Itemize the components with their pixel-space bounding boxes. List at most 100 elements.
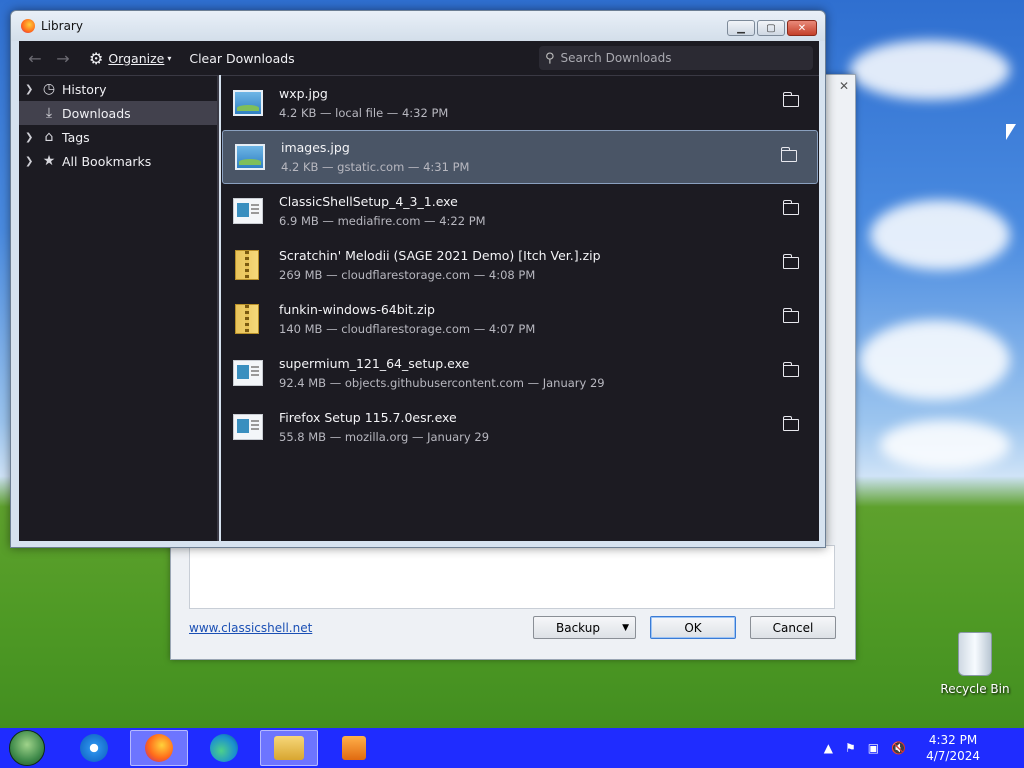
toolbar: ← → ⚙ Organize ▾ Clear Downloads ⚲ [19, 41, 819, 75]
sidebar: ❯ ◷ History ⤓ Downloads ❯ ⌂ Tags ❯ ★ All… [19, 75, 219, 541]
taskbar-internet-explorer[interactable] [65, 730, 123, 766]
file-name: ClassicShellSetup_4_3_1.exe [279, 194, 458, 209]
download-item[interactable]: supermium_121_64_setup.exe 92.4 MB — obje… [221, 346, 819, 400]
zip-file-icon [235, 250, 259, 280]
clock-icon: ◷ [42, 81, 56, 97]
sidebar-item-downloads[interactable]: ⤓ Downloads [19, 101, 217, 125]
firefox-icon [21, 19, 35, 33]
forward-arrow-icon[interactable]: → [51, 49, 75, 68]
file-name: images.jpg [281, 140, 350, 155]
zip-file-icon [235, 304, 259, 334]
file-name: funkin-windows-64bit.zip [279, 302, 435, 317]
cancel-button[interactable]: Cancel [750, 616, 836, 639]
recycle-bin[interactable]: Recycle Bin [940, 632, 1010, 696]
folder-icon [274, 736, 304, 760]
cloud [850, 40, 1010, 100]
taskbar-media-player[interactable] [325, 730, 383, 766]
sidebar-item-tags[interactable]: ❯ ⌂ Tags [19, 125, 217, 149]
download-item[interactable]: wxp.jpg 4.2 KB — local file — 4:32 PM [221, 76, 819, 130]
sidebar-item-label: History [62, 81, 107, 97]
cloud [860, 320, 1010, 400]
close-button[interactable]: ✕ [787, 20, 817, 36]
taskbar-edge[interactable] [195, 730, 253, 766]
sidebar-item-label: All Bookmarks [62, 153, 152, 169]
cloud [880, 420, 1010, 470]
taskbar: ▲ ⚑ ▣ 🔇 4:32 PM 4/7/2024 [0, 728, 1024, 768]
recycle-bin-label: Recycle Bin [940, 682, 1010, 696]
file-meta: 4.2 KB — local file — 4:32 PM [279, 106, 449, 120]
internet-explorer-icon [80, 734, 108, 762]
edge-icon [210, 734, 238, 762]
chevron-right-icon[interactable]: ❯ [25, 132, 39, 143]
folder-icon[interactable] [780, 147, 797, 162]
classicshell-link[interactable]: www.classicshell.net [189, 621, 312, 635]
window-controls: ▁ ▢ ✕ [727, 20, 817, 36]
recycle-bin-icon [958, 632, 992, 676]
download-item[interactable]: images.jpg 4.2 KB — gstatic.com — 4:31 PM [222, 130, 818, 184]
network-icon[interactable]: ▣ [868, 741, 879, 755]
image-file-icon [233, 90, 263, 116]
firefox-icon [145, 734, 173, 762]
file-meta: 4.2 KB — gstatic.com — 4:31 PM [281, 160, 470, 174]
file-meta: 269 MB — cloudflarestorage.com — 4:08 PM [279, 268, 536, 282]
chevron-right-icon[interactable]: ❯ [25, 84, 39, 95]
backup-label: Backup [556, 620, 600, 635]
download-icon: ⤓ [45, 105, 53, 121]
download-item[interactable]: Scratchin' Melodii (SAGE 2021 Demo) [Itc… [221, 238, 819, 292]
sidebar-item-history[interactable]: ❯ ◷ History [19, 77, 217, 101]
volume-muted-icon[interactable]: 🔇 [891, 741, 906, 755]
mouse-cursor-icon [1006, 124, 1016, 140]
start-button[interactable] [9, 730, 45, 766]
download-item[interactable]: funkin-windows-64bit.zip 140 MB — cloudfl… [221, 292, 819, 346]
chevron-right-icon[interactable]: ❯ [25, 156, 39, 167]
file-name: Scratchin' Melodii (SAGE 2021 Demo) [Itc… [279, 248, 601, 263]
show-hidden-icons-icon[interactable]: ▲ [824, 741, 833, 755]
image-file-icon [235, 144, 265, 170]
flag-icon[interactable]: ⚑ [845, 741, 856, 755]
search-icon: ⚲ [545, 50, 555, 66]
file-meta: 92.4 MB — objects.githubusercontent.com … [279, 376, 605, 390]
folder-icon[interactable] [782, 200, 799, 215]
sidebar-item-label: Tags [62, 129, 90, 145]
clock-time: 4:32 PM [928, 733, 978, 747]
taskbar-firefox[interactable] [130, 730, 188, 766]
maximize-button[interactable]: ▢ [757, 20, 785, 36]
window-title: Library [41, 19, 83, 33]
back-arrow-icon[interactable]: ← [23, 49, 47, 68]
sidebar-item-label: Downloads [62, 105, 131, 121]
folder-icon[interactable] [782, 362, 799, 377]
media-player-icon [342, 736, 366, 760]
close-icon[interactable]: ✕ [837, 79, 851, 93]
chevron-down-icon: ▾ [167, 53, 172, 63]
exe-file-icon [233, 414, 263, 440]
cloud [870, 200, 1010, 270]
download-item[interactable]: ClassicShellSetup_4_3_1.exe 6.9 MB — medi… [221, 184, 819, 238]
backup-button[interactable]: Backup ▼ [533, 616, 636, 639]
organize-menu-button[interactable]: ⚙ Organize ▾ [89, 49, 171, 68]
system-tray: ▲ ⚑ ▣ 🔇 4:32 PM 4/7/2024 [824, 728, 1024, 768]
clock-date: 4/7/2024 [926, 749, 980, 763]
search-input[interactable] [560, 51, 801, 65]
folder-icon[interactable] [782, 416, 799, 431]
gear-icon: ⚙ [89, 48, 104, 68]
folder-icon[interactable] [782, 254, 799, 269]
folder-icon[interactable] [782, 92, 799, 107]
file-meta: 55.8 MB — mozilla.org — January 29 [279, 430, 490, 444]
taskbar-file-explorer[interactable] [260, 730, 318, 766]
file-meta: 6.9 MB — mediafire.com — 4:22 PM [279, 214, 486, 228]
clear-downloads-button[interactable]: Clear Downloads [189, 51, 294, 66]
tag-icon: ⌂ [44, 129, 54, 145]
file-name: wxp.jpg [279, 86, 328, 101]
folder-icon[interactable] [782, 308, 799, 323]
organize-label: Organize [108, 50, 165, 66]
title-bar[interactable]: Library ▁ ▢ ✕ [11, 11, 825, 41]
file-name: supermium_121_64_setup.exe [279, 356, 470, 371]
sidebar-item-all-bookmarks[interactable]: ❯ ★ All Bookmarks [19, 149, 217, 173]
file-meta: 140 MB — cloudflarestorage.com — 4:07 PM [279, 322, 536, 336]
download-item[interactable]: Firefox Setup 115.7.0esr.exe 55.8 MB — mo… [221, 400, 819, 454]
clock[interactable]: 4:32 PM 4/7/2024 [926, 732, 980, 764]
exe-file-icon [233, 360, 263, 386]
ok-button[interactable]: OK [650, 616, 736, 639]
minimize-button[interactable]: ▁ [727, 20, 755, 36]
search-box: ⚲ [539, 46, 813, 70]
